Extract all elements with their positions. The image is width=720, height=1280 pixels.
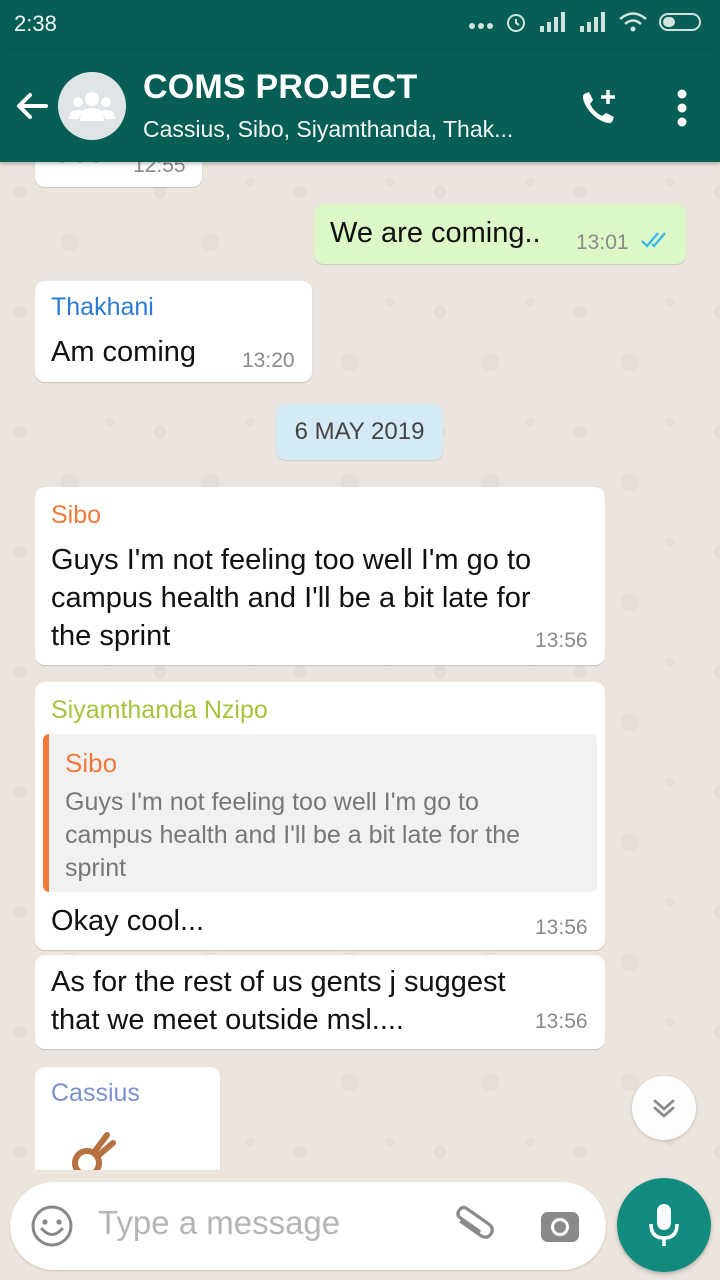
scroll-to-bottom-button[interactable] bbox=[632, 1076, 696, 1140]
chat-area[interactable]: Cool 12:55 We are coming.. 13:01 Thakhan… bbox=[0, 162, 720, 1170]
sender-name[interactable]: Thakhani bbox=[51, 293, 154, 322]
message-time: 13:56 bbox=[535, 1010, 588, 1033]
message-composer: Type a message bbox=[10, 1182, 606, 1270]
signal-icon bbox=[540, 12, 565, 32]
status-bar: 2:38 bbox=[0, 0, 720, 50]
status-time: 2:38 bbox=[14, 11, 57, 36]
group-members[interactable]: Cassius, Sibo, Siyamthanda, Thak... bbox=[143, 116, 513, 143]
quote-bar bbox=[43, 734, 49, 892]
message-time: 13:01 bbox=[576, 231, 629, 254]
more-options-icon[interactable] bbox=[676, 88, 688, 128]
message-line: campus health and I'll be a bit late for bbox=[51, 582, 531, 614]
more-dots-icon bbox=[469, 23, 493, 29]
voice-message-button[interactable] bbox=[617, 1178, 711, 1272]
message-line: that we meet outside msl.... bbox=[51, 1004, 404, 1036]
battery-icon bbox=[659, 13, 701, 31]
message-bubble[interactable]: Sibo Guys I'm not feeling too well I'm g… bbox=[35, 487, 605, 665]
group-icon bbox=[69, 92, 115, 121]
message-line: the sprint bbox=[51, 620, 171, 652]
message-time: 13:56 bbox=[535, 916, 588, 939]
chat-header: COMS PROJECT Cassius, Sibo, Siyamthanda,… bbox=[0, 50, 720, 162]
quoted-line: campus health and I'll be a bit late for… bbox=[65, 821, 521, 849]
date-divider: 6 MAY 2019 bbox=[276, 404, 443, 460]
message-text: Guys I'm not feeling too well I'm go to … bbox=[51, 541, 601, 655]
double-check-read-icon bbox=[641, 232, 666, 248]
quoted-reply[interactable]: Sibo Guys I'm not feeling too well I'm g… bbox=[43, 734, 597, 892]
camera-icon[interactable] bbox=[538, 1204, 582, 1248]
message-bubble-outgoing[interactable]: We are coming.. 13:01 bbox=[314, 204, 686, 264]
sender-name[interactable]: Siyamthanda Nzipo bbox=[51, 696, 268, 725]
message-bubble[interactable]: Cool 12:55 bbox=[35, 162, 202, 187]
add-call-icon[interactable] bbox=[576, 86, 620, 130]
mic-icon bbox=[649, 1204, 679, 1246]
alarm-icon bbox=[507, 14, 525, 32]
emoji-icon[interactable] bbox=[30, 1204, 74, 1248]
group-title[interactable]: COMS PROJECT bbox=[143, 68, 417, 107]
message-input[interactable]: Type a message bbox=[98, 1204, 340, 1242]
quoted-text: Guys I'm not feeling too well I'm go to … bbox=[65, 786, 585, 885]
message-line: Guys I'm not feeling too well I'm go to bbox=[51, 544, 532, 576]
message-bubble[interactable]: Cassius bbox=[35, 1067, 220, 1170]
message-text: Okay cool... bbox=[51, 905, 205, 937]
back-arrow-icon[interactable] bbox=[12, 86, 52, 126]
message-bubble[interactable]: As for the rest of us gents j suggest th… bbox=[35, 955, 605, 1049]
message-time: 12:55 bbox=[133, 162, 186, 177]
ok-hand-emoji-icon bbox=[72, 1132, 116, 1170]
message-bubble[interactable]: Thakhani Am coming 13:20 bbox=[35, 281, 312, 382]
message-line: As for the rest of us gents j suggest bbox=[51, 966, 506, 998]
paperclip-icon[interactable] bbox=[448, 1200, 498, 1250]
group-avatar[interactable] bbox=[58, 72, 126, 140]
quoted-line: sprint bbox=[65, 854, 127, 882]
sender-name[interactable]: Cassius bbox=[51, 1079, 140, 1108]
status-icons bbox=[468, 10, 706, 34]
message-text: We are coming.. bbox=[330, 217, 541, 249]
signal-icon bbox=[580, 12, 605, 32]
wifi-icon bbox=[619, 12, 647, 32]
message-text: Am coming bbox=[51, 336, 197, 368]
quoted-line: Guys I'm not feeling too well I'm go to bbox=[65, 788, 479, 816]
message-time: 13:56 bbox=[535, 629, 588, 652]
message-text: Cool bbox=[51, 162, 111, 172]
message-text: As for the rest of us gents j suggest th… bbox=[51, 963, 551, 1039]
double-chevron-down-icon bbox=[653, 1099, 675, 1118]
message-bubble[interactable]: Siyamthanda Nzipo Sibo Guys I'm not feel… bbox=[35, 682, 605, 950]
sender-name[interactable]: Sibo bbox=[51, 501, 101, 530]
quoted-sender: Sibo bbox=[65, 748, 118, 778]
message-time: 13:20 bbox=[242, 349, 295, 372]
